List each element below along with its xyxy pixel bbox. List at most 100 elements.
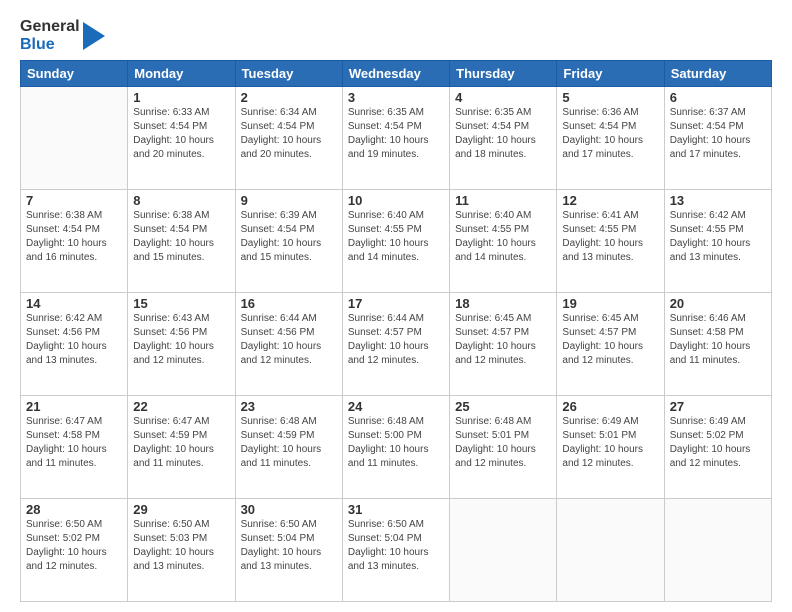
calendar-day-cell: 20Sunrise: 6:46 AMSunset: 4:58 PMDayligh… (664, 293, 771, 396)
day-info: Sunrise: 6:33 AMSunset: 4:54 PMDaylight:… (133, 106, 229, 162)
day-number: 23 (241, 399, 337, 414)
calendar-day-cell: 26Sunrise: 6:49 AMSunset: 5:01 PMDayligh… (557, 396, 664, 499)
day-info: Sunrise: 6:45 AMSunset: 4:57 PMDaylight:… (562, 312, 658, 368)
calendar-day-cell: 11Sunrise: 6:40 AMSunset: 4:55 PMDayligh… (450, 190, 557, 293)
day-number: 19 (562, 296, 658, 311)
day-info: Sunrise: 6:42 AMSunset: 4:55 PMDaylight:… (670, 209, 766, 265)
calendar-day-cell: 29Sunrise: 6:50 AMSunset: 5:03 PMDayligh… (128, 499, 235, 602)
calendar-day-cell: 27Sunrise: 6:49 AMSunset: 5:02 PMDayligh… (664, 396, 771, 499)
calendar-day-cell: 25Sunrise: 6:48 AMSunset: 5:01 PMDayligh… (450, 396, 557, 499)
calendar-table: SundayMondayTuesdayWednesdayThursdayFrid… (20, 60, 772, 602)
day-info: Sunrise: 6:47 AMSunset: 4:58 PMDaylight:… (26, 415, 122, 471)
calendar-day-cell: 15Sunrise: 6:43 AMSunset: 4:56 PMDayligh… (128, 293, 235, 396)
weekday-header-thursday: Thursday (450, 61, 557, 87)
calendar-day-cell: 19Sunrise: 6:45 AMSunset: 4:57 PMDayligh… (557, 293, 664, 396)
day-number: 15 (133, 296, 229, 311)
day-number: 4 (455, 90, 551, 105)
calendar-day-cell: 6Sunrise: 6:37 AMSunset: 4:54 PMDaylight… (664, 87, 771, 190)
calendar-day-cell: 3Sunrise: 6:35 AMSunset: 4:54 PMDaylight… (342, 87, 449, 190)
header: General Blue (20, 18, 772, 54)
day-info: Sunrise: 6:35 AMSunset: 4:54 PMDaylight:… (348, 106, 444, 162)
logo-blue-text: Blue (20, 36, 80, 54)
day-number: 18 (455, 296, 551, 311)
calendar-day-cell: 16Sunrise: 6:44 AMSunset: 4:56 PMDayligh… (235, 293, 342, 396)
day-info: Sunrise: 6:50 AMSunset: 5:04 PMDaylight:… (348, 518, 444, 574)
logo-triangle-icon (83, 18, 105, 54)
calendar-day-cell: 7Sunrise: 6:38 AMSunset: 4:54 PMDaylight… (21, 190, 128, 293)
day-info: Sunrise: 6:47 AMSunset: 4:59 PMDaylight:… (133, 415, 229, 471)
day-info: Sunrise: 6:37 AMSunset: 4:54 PMDaylight:… (670, 106, 766, 162)
day-number: 2 (241, 90, 337, 105)
weekday-header-sunday: Sunday (21, 61, 128, 87)
day-number: 8 (133, 193, 229, 208)
day-number: 20 (670, 296, 766, 311)
day-info: Sunrise: 6:39 AMSunset: 4:54 PMDaylight:… (241, 209, 337, 265)
day-number: 12 (562, 193, 658, 208)
day-number: 13 (670, 193, 766, 208)
calendar-day-cell: 28Sunrise: 6:50 AMSunset: 5:02 PMDayligh… (21, 499, 128, 602)
day-number: 17 (348, 296, 444, 311)
day-info: Sunrise: 6:46 AMSunset: 4:58 PMDaylight:… (670, 312, 766, 368)
day-number: 22 (133, 399, 229, 414)
day-info: Sunrise: 6:44 AMSunset: 4:57 PMDaylight:… (348, 312, 444, 368)
day-number: 3 (348, 90, 444, 105)
calendar-day-cell: 9Sunrise: 6:39 AMSunset: 4:54 PMDaylight… (235, 190, 342, 293)
day-number: 21 (26, 399, 122, 414)
day-number: 16 (241, 296, 337, 311)
weekday-header-wednesday: Wednesday (342, 61, 449, 87)
calendar-day-cell: 18Sunrise: 6:45 AMSunset: 4:57 PMDayligh… (450, 293, 557, 396)
logo-text: General Blue (20, 18, 80, 53)
day-info: Sunrise: 6:34 AMSunset: 4:54 PMDaylight:… (241, 106, 337, 162)
weekday-header-monday: Monday (128, 61, 235, 87)
day-number: 27 (670, 399, 766, 414)
logo-general-text: General (20, 18, 80, 36)
calendar-day-cell: 24Sunrise: 6:48 AMSunset: 5:00 PMDayligh… (342, 396, 449, 499)
calendar-day-cell: 1Sunrise: 6:33 AMSunset: 4:54 PMDaylight… (128, 87, 235, 190)
calendar-day-cell: 8Sunrise: 6:38 AMSunset: 4:54 PMDaylight… (128, 190, 235, 293)
weekday-header-row: SundayMondayTuesdayWednesdayThursdayFrid… (21, 61, 772, 87)
day-number: 14 (26, 296, 122, 311)
day-info: Sunrise: 6:50 AMSunset: 5:04 PMDaylight:… (241, 518, 337, 574)
day-info: Sunrise: 6:38 AMSunset: 4:54 PMDaylight:… (133, 209, 229, 265)
calendar-day-cell: 23Sunrise: 6:48 AMSunset: 4:59 PMDayligh… (235, 396, 342, 499)
day-number: 10 (348, 193, 444, 208)
calendar-day-cell: 30Sunrise: 6:50 AMSunset: 5:04 PMDayligh… (235, 499, 342, 602)
day-info: Sunrise: 6:42 AMSunset: 4:56 PMDaylight:… (26, 312, 122, 368)
day-info: Sunrise: 6:41 AMSunset: 4:55 PMDaylight:… (562, 209, 658, 265)
calendar-week-row: 28Sunrise: 6:50 AMSunset: 5:02 PMDayligh… (21, 499, 772, 602)
day-number: 6 (670, 90, 766, 105)
calendar-day-cell: 5Sunrise: 6:36 AMSunset: 4:54 PMDaylight… (557, 87, 664, 190)
day-info: Sunrise: 6:40 AMSunset: 4:55 PMDaylight:… (348, 209, 444, 265)
day-info: Sunrise: 6:35 AMSunset: 4:54 PMDaylight:… (455, 106, 551, 162)
calendar-week-row: 21Sunrise: 6:47 AMSunset: 4:58 PMDayligh… (21, 396, 772, 499)
logo: General Blue (20, 18, 105, 54)
day-info: Sunrise: 6:43 AMSunset: 4:56 PMDaylight:… (133, 312, 229, 368)
day-info: Sunrise: 6:44 AMSunset: 4:56 PMDaylight:… (241, 312, 337, 368)
calendar-day-cell: 21Sunrise: 6:47 AMSunset: 4:58 PMDayligh… (21, 396, 128, 499)
day-info: Sunrise: 6:48 AMSunset: 4:59 PMDaylight:… (241, 415, 337, 471)
day-number: 29 (133, 502, 229, 517)
day-number: 9 (241, 193, 337, 208)
calendar-day-cell: 2Sunrise: 6:34 AMSunset: 4:54 PMDaylight… (235, 87, 342, 190)
day-info: Sunrise: 6:49 AMSunset: 5:02 PMDaylight:… (670, 415, 766, 471)
weekday-header-saturday: Saturday (664, 61, 771, 87)
day-number: 7 (26, 193, 122, 208)
calendar-week-row: 7Sunrise: 6:38 AMSunset: 4:54 PMDaylight… (21, 190, 772, 293)
calendar-day-cell: 13Sunrise: 6:42 AMSunset: 4:55 PMDayligh… (664, 190, 771, 293)
day-number: 11 (455, 193, 551, 208)
calendar-day-cell: 12Sunrise: 6:41 AMSunset: 4:55 PMDayligh… (557, 190, 664, 293)
empty-cell (664, 499, 771, 602)
day-number: 31 (348, 502, 444, 517)
calendar-week-row: 1Sunrise: 6:33 AMSunset: 4:54 PMDaylight… (21, 87, 772, 190)
calendar-day-cell: 22Sunrise: 6:47 AMSunset: 4:59 PMDayligh… (128, 396, 235, 499)
calendar-week-row: 14Sunrise: 6:42 AMSunset: 4:56 PMDayligh… (21, 293, 772, 396)
calendar-day-cell: 4Sunrise: 6:35 AMSunset: 4:54 PMDaylight… (450, 87, 557, 190)
calendar-day-cell: 17Sunrise: 6:44 AMSunset: 4:57 PMDayligh… (342, 293, 449, 396)
day-number: 25 (455, 399, 551, 414)
day-info: Sunrise: 6:49 AMSunset: 5:01 PMDaylight:… (562, 415, 658, 471)
weekday-header-friday: Friday (557, 61, 664, 87)
day-number: 1 (133, 90, 229, 105)
day-info: Sunrise: 6:38 AMSunset: 4:54 PMDaylight:… (26, 209, 122, 265)
day-info: Sunrise: 6:48 AMSunset: 5:01 PMDaylight:… (455, 415, 551, 471)
empty-cell (557, 499, 664, 602)
